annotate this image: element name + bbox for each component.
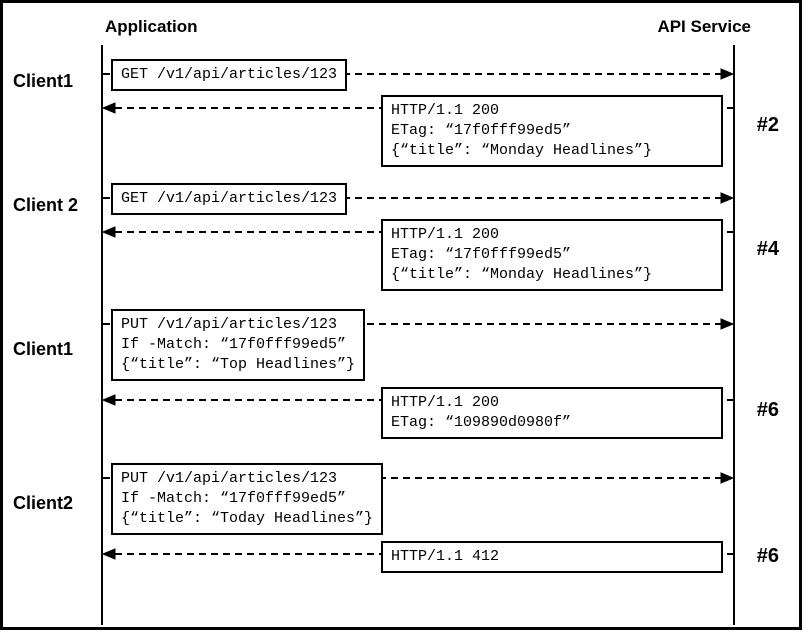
step-label: #6 bbox=[757, 545, 779, 568]
request-box: GET /v1/api/articles/123 bbox=[111, 59, 347, 91]
exchange-3: Client1 PUT /v1/api/articles/123 If -Mat… bbox=[3, 309, 799, 454]
client-label: Client1 bbox=[13, 339, 73, 360]
request-box: GET /v1/api/articles/123 bbox=[111, 183, 347, 215]
response-box: HTTP/1.1 200 ETag: “17f0fff99ed5” {“titl… bbox=[381, 95, 723, 167]
step-label: #6 bbox=[757, 399, 779, 422]
application-lifeline bbox=[101, 45, 103, 625]
client-label: Client2 bbox=[13, 493, 73, 514]
sequence-diagram-frame: Application API Service Client1 GET /v1/… bbox=[0, 0, 802, 630]
response-box: HTTP/1.1 200 ETag: “109890d0980f” bbox=[381, 387, 723, 439]
exchange-1: Client1 GET /v1/api/articles/123 HTTP/1.… bbox=[3, 59, 799, 169]
response-box: HTTP/1.1 412 bbox=[381, 541, 723, 573]
api-service-header: API Service bbox=[657, 17, 751, 37]
response-box: HTTP/1.1 200 ETag: “17f0fff99ed5” {“titl… bbox=[381, 219, 723, 291]
application-header: Application bbox=[105, 17, 198, 37]
api-service-lifeline bbox=[733, 45, 735, 625]
request-box: PUT /v1/api/articles/123 If -Match: “17f… bbox=[111, 309, 365, 381]
step-label: #4 bbox=[757, 238, 779, 261]
request-box: PUT /v1/api/articles/123 If -Match: “17f… bbox=[111, 463, 383, 535]
client-label: Client1 bbox=[13, 71, 73, 92]
step-label: #2 bbox=[757, 114, 779, 137]
client-label: Client 2 bbox=[13, 195, 78, 216]
header-row: Application API Service bbox=[3, 17, 799, 47]
exchange-4: Client2 PUT /v1/api/articles/123 If -Mat… bbox=[3, 463, 799, 608]
exchange-2: Client 2 GET /v1/api/articles/123 HTTP/1… bbox=[3, 183, 799, 293]
